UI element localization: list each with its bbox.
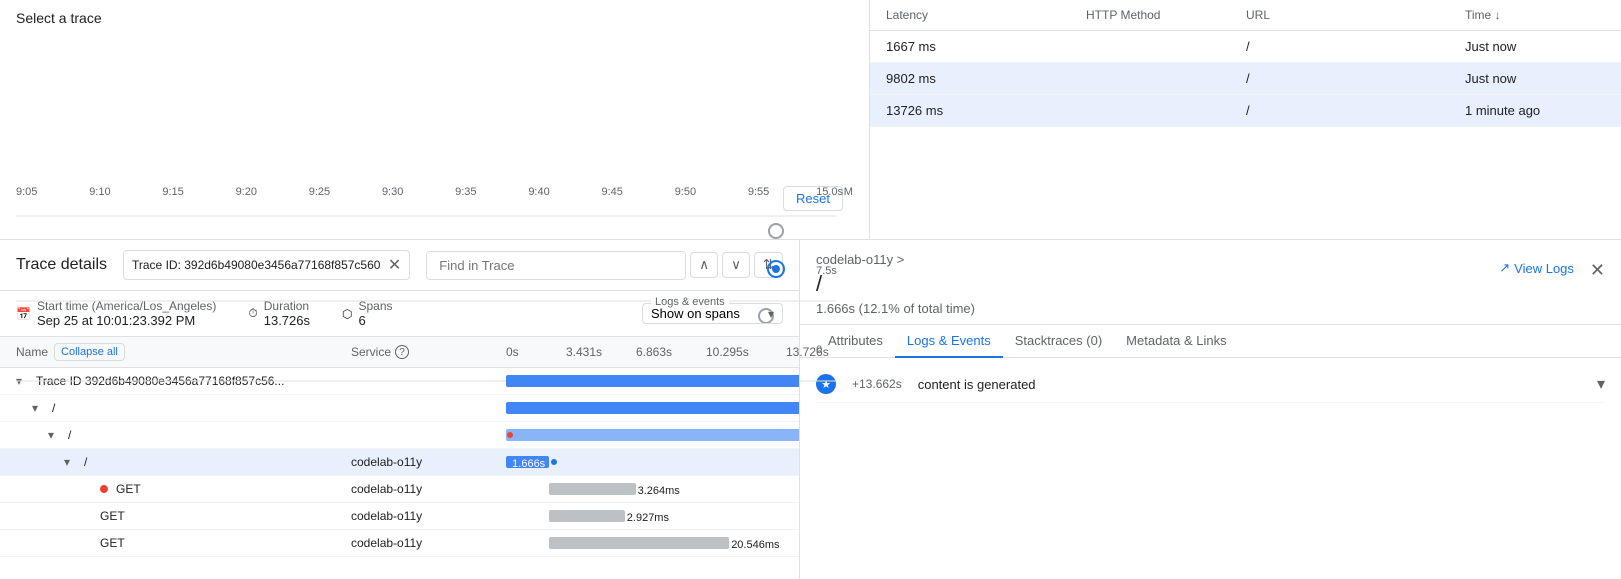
cell-url: /	[1246, 39, 1465, 54]
trace-row[interactable]: ▾ / 13.659s	[0, 422, 799, 449]
row-name-label: GET	[116, 482, 141, 496]
expand-icon[interactable]: ▾	[48, 428, 64, 442]
table-row[interactable]: 9802 ms / Just now	[870, 63, 1621, 95]
row-service: codelab-o11y	[351, 536, 506, 550]
row-service: codelab-o11y	[351, 482, 506, 496]
error-indicator	[100, 485, 108, 493]
col-method[interactable]: HTTP Method	[1086, 8, 1246, 22]
detail-panel: codelab-o11y > / 1.666s (12.1% of total …	[800, 240, 1621, 579]
tab-logs-events[interactable]: Logs & Events	[895, 325, 1003, 358]
table-row[interactable]: 13726 ms / 1 minute ago	[870, 95, 1621, 127]
cell-url: /	[1246, 71, 1465, 86]
row-name-label: /	[52, 401, 55, 415]
log-time: +13.662s	[852, 377, 902, 391]
row-service: codelab-o11y	[351, 455, 506, 469]
col-url[interactable]: URL	[1246, 8, 1465, 22]
cell-time: Just now	[1465, 39, 1605, 54]
detail-tabs: Attributes Logs & Events Stacktraces (0)…	[800, 325, 1621, 358]
table-header: Latency HTTP Method URL Time ↓	[870, 0, 1621, 31]
cell-method	[1086, 39, 1246, 54]
chevron-down-icon: ▾	[768, 307, 774, 321]
x-axis-925: 9:25	[309, 186, 330, 198]
cell-time: Just now	[1465, 71, 1605, 86]
detail-close-button[interactable]: ✕	[1590, 260, 1605, 281]
x-axis-945: 9:45	[602, 186, 623, 198]
tab-stacktraces[interactable]: Stacktraces (0)	[1003, 325, 1114, 358]
external-link-icon: ↗	[1499, 260, 1510, 276]
x-axis-935: 9:35	[455, 186, 476, 198]
row-name-label: /	[84, 455, 87, 469]
x-axis-955: 9:55	[748, 186, 769, 198]
bar-label: 2.927ms	[627, 512, 669, 524]
view-logs-button[interactable]: ↗ View Logs	[1499, 260, 1574, 276]
expand-icon[interactable]: ▾	[32, 401, 48, 415]
trace-row[interactable]: ▾ / codelab-o11y 1.666s	[0, 449, 799, 476]
log-expand-icon[interactable]: ▾	[1597, 374, 1605, 394]
cell-method	[1086, 71, 1246, 86]
cell-latency: 1667 ms	[886, 39, 1086, 54]
x-axis-915: 9:15	[162, 186, 183, 198]
log-entry[interactable]: ★ +13.662s content is generated ▾	[816, 366, 1605, 403]
log-message: content is generated	[918, 377, 1581, 392]
trace-row[interactable]: ▸ GET codelab-o11y 20.546ms	[0, 530, 799, 557]
bar-label: 3.264ms	[638, 485, 680, 497]
tab-metadata-links[interactable]: Metadata & Links	[1114, 325, 1238, 358]
x-axis-930: 9:30	[382, 186, 403, 198]
x-axis-910: 9:10	[89, 186, 110, 198]
cell-latency: 9802 ms	[886, 71, 1086, 86]
y-axis-top: 15.0s	[816, 186, 843, 198]
row-name-label: GET	[100, 536, 125, 550]
x-axis-940: 9:40	[528, 186, 549, 198]
select-trace-title: Select a trace	[16, 10, 853, 26]
x-axis-905: 9:05	[16, 186, 37, 198]
cell-latency: 13726 ms	[886, 103, 1086, 118]
row-name-label: /	[68, 428, 71, 442]
bar-label: 20.546ms	[731, 539, 779, 551]
trace-row[interactable]: ▸ GET codelab-o11y 3.264ms	[0, 476, 799, 503]
x-axis-920: 9:20	[236, 186, 257, 198]
trace-row[interactable]: ▾ / 13.726s	[0, 395, 799, 422]
logs-events-group[interactable]: Logs & events Show on spans ▾	[642, 303, 783, 324]
bar-label: 1.666s	[512, 458, 545, 470]
trace-row[interactable]: ▸ GET codelab-o11y 2.927ms	[0, 503, 799, 530]
expand-icon[interactable]: ▾	[64, 455, 80, 469]
row-service: codelab-o11y	[351, 509, 506, 523]
logs-events-label: Logs & events	[651, 296, 729, 308]
col-time[interactable]: Time ↓	[1465, 8, 1605, 22]
x-axis-950: 9:50	[675, 186, 696, 198]
row-name-label: GET	[100, 509, 125, 523]
col-latency[interactable]: Latency	[886, 8, 1086, 22]
logs-events-select[interactable]: Show on spans	[651, 306, 760, 321]
cell-url: /	[1246, 103, 1465, 118]
cell-time: 1 minute ago	[1465, 103, 1605, 118]
sort-icon: ↓	[1495, 8, 1501, 22]
table-row[interactable]: 1667 ms / Just now	[870, 31, 1621, 63]
cell-method	[1086, 103, 1246, 118]
trace-rows: ▾ Trace ID 392d6b49080e3456a77168f857c56…	[0, 368, 799, 579]
detail-content: ★ +13.662s content is generated ▾	[800, 358, 1621, 579]
